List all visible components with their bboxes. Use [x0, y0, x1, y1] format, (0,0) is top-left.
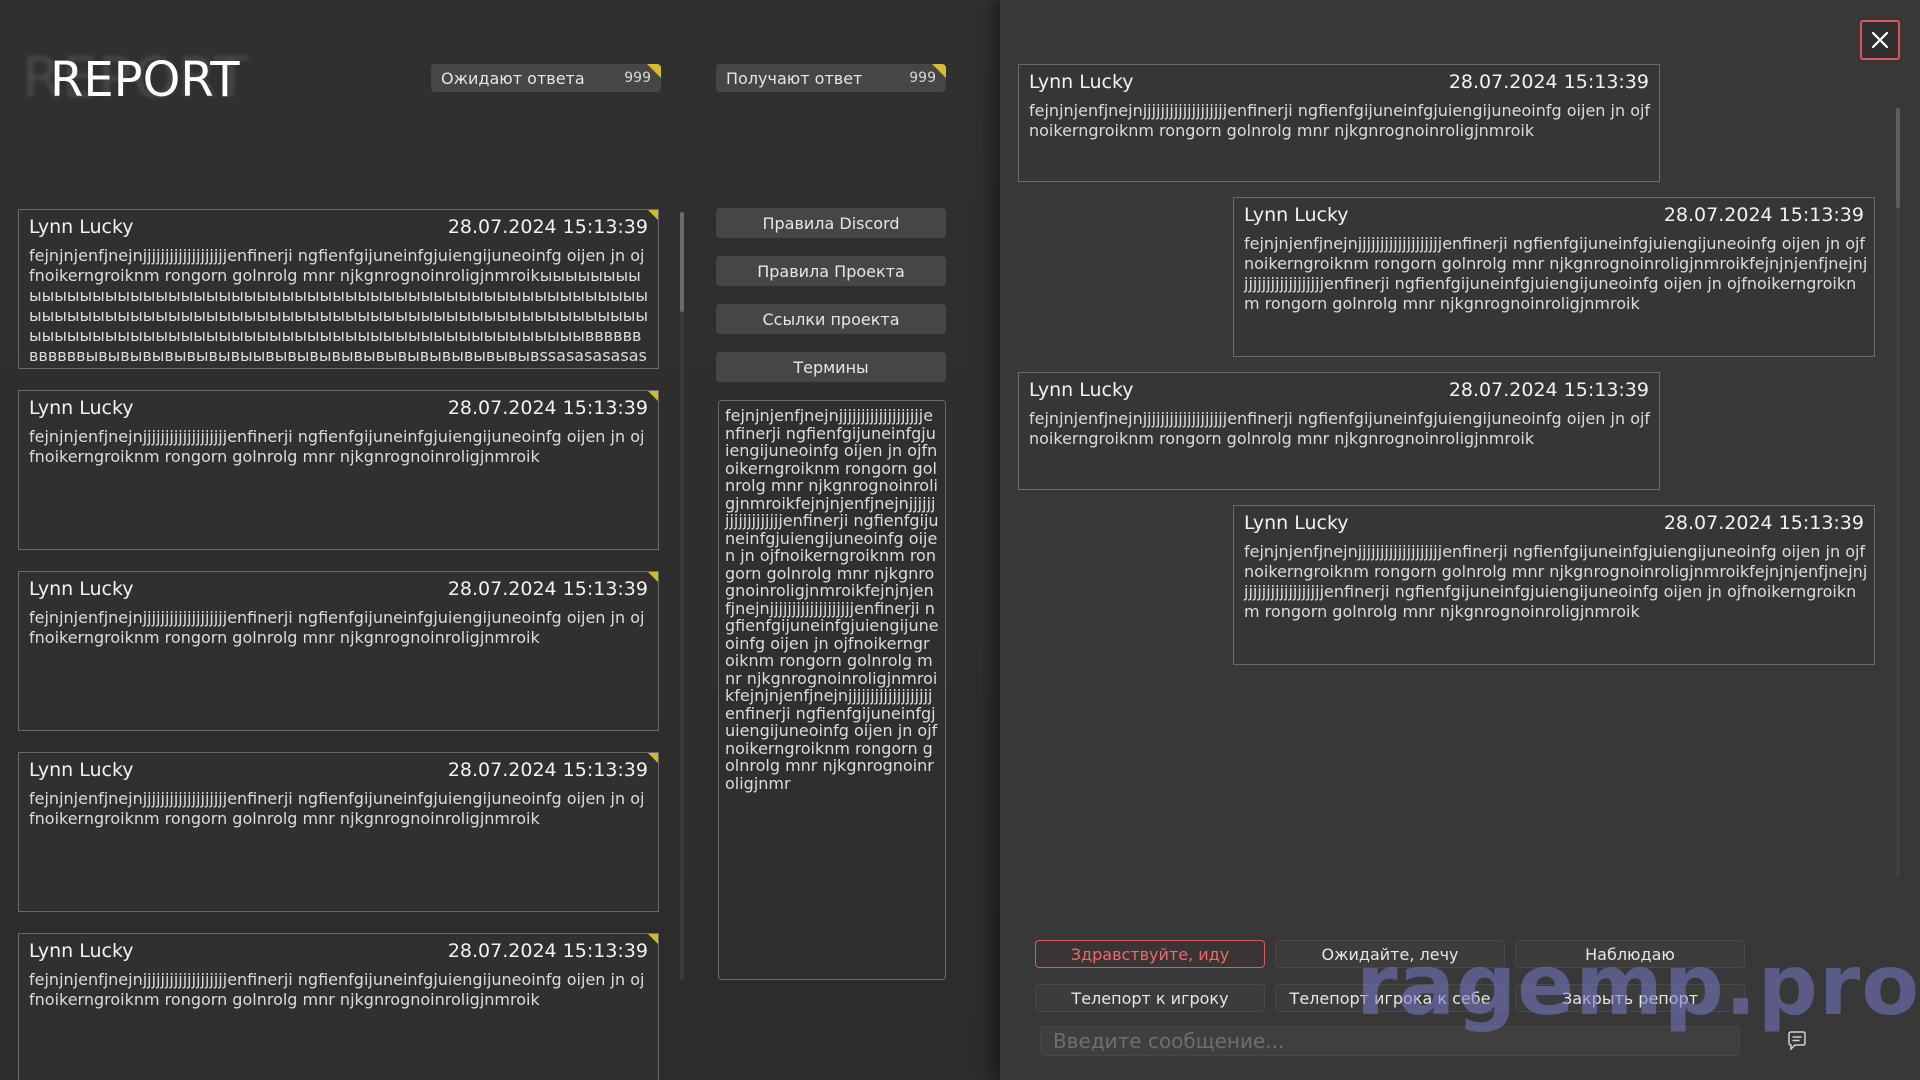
report-date: 28.07.2024 15:13:39: [447, 397, 648, 419]
corner-flag-icon: [648, 572, 658, 582]
report-author: Lynn Lucky: [29, 759, 134, 781]
report-author: Lynn Lucky: [29, 397, 134, 419]
page-title-text: REPORT: [50, 52, 240, 108]
counter-waiting[interactable]: Ожидают ответа 999: [431, 64, 661, 92]
terms-text: fejnjnjenfjnejnjjjjjjjjjjjjjjjjjjjenfine…: [718, 400, 946, 980]
chat-message: Lynn Lucky 28.07.2024 15:13:39 fejnjnjenf…: [1018, 64, 1660, 182]
reports-scrollbar-thumb[interactable]: [680, 212, 684, 312]
chat-message: Lynn Lucky 28.07.2024 15:13:39 fejnjnjenf…: [1233, 197, 1875, 357]
report-card[interactable]: Lynn Lucky 28.07.2024 15:13:39 fejnjnjenf…: [18, 209, 659, 369]
report-card[interactable]: Lynn Lucky 28.07.2024 15:13:39 fejnjnjenf…: [18, 752, 659, 912]
close-icon: [1871, 31, 1889, 49]
chat-message: Lynn Lucky 28.07.2024 15:13:39 fejnjnjenf…: [1233, 505, 1875, 665]
send-button[interactable]: [1786, 1030, 1808, 1052]
message-text: fejnjnjenfjnejnjjjjjjjjjjjjjjjjjjjenfine…: [1029, 101, 1651, 140]
message-text: fejnjnjenfjnejnjjjjjjjjjjjjjjjjjjjenfine…: [1244, 234, 1868, 313]
report-text: fejnjnjenfjnejnjjjjjjjjjjjjjjjjjjjenfine…: [29, 246, 649, 368]
report-text: fejnjnjenfjnejnjjjjjjjjjjjjjjjjjjjenfine…: [29, 427, 645, 466]
report-card[interactable]: Lynn Lucky 28.07.2024 15:13:39 fejnjnjenf…: [18, 390, 659, 550]
corner-flag-icon: [648, 391, 658, 401]
teleport-to-player-button[interactable]: Телепорт к игроку: [1035, 984, 1265, 1012]
terms-button[interactable]: Термины: [716, 352, 946, 382]
project-rules-button[interactable]: Правила Проекта: [716, 256, 946, 286]
message-date: 28.07.2024 15:13:39: [1448, 379, 1649, 401]
quick-wait-button[interactable]: Ожидайте, лечу: [1275, 940, 1505, 968]
counter-waiting-label: Ожидают ответа: [441, 68, 585, 88]
message-date: 28.07.2024 15:13:39: [1663, 512, 1864, 534]
chat-scrollbar-thumb[interactable]: [1896, 108, 1900, 208]
message-author: Lynn Lucky: [1244, 512, 1349, 534]
message-text: fejnjnjenfjnejnjjjjjjjjjjjjjjjjjjjenfine…: [1244, 542, 1868, 621]
report-date: 28.07.2024 15:13:39: [447, 759, 648, 781]
corner-flag-icon: [647, 64, 661, 78]
report-date: 28.07.2024 15:13:39: [447, 578, 648, 600]
quick-greet-button[interactable]: Здравствуйте, иду: [1035, 940, 1265, 968]
report-text: fejnjnjenfjnejnjjjjjjjjjjjjjjjjjjjenfine…: [29, 970, 645, 1009]
message-date: 28.07.2024 15:13:39: [1663, 204, 1864, 226]
close-report-button[interactable]: Закрыть репорт: [1515, 984, 1745, 1012]
project-links-button[interactable]: Ссылки проекта: [716, 304, 946, 334]
close-button[interactable]: [1860, 20, 1900, 60]
message-text: fejnjnjenfjnejnjjjjjjjjjjjjjjjjjjjenfine…: [1029, 409, 1651, 448]
teleport-player-here-button[interactable]: Телепорт игрока к себе: [1275, 984, 1505, 1012]
chat-bubble-icon: [1788, 1031, 1806, 1051]
corner-flag-icon: [648, 753, 658, 763]
report-text: fejnjnjenfjnejnjjjjjjjjjjjjjjjjjjjenfine…: [29, 789, 645, 828]
corner-flag-icon: [932, 64, 946, 78]
report-date: 28.07.2024 15:13:39: [447, 216, 648, 238]
chat-scrollbar[interactable]: [1896, 108, 1900, 878]
message-author: Lynn Lucky: [1029, 379, 1134, 401]
corner-flag-icon: [648, 210, 658, 220]
message-date: 28.07.2024 15:13:39: [1448, 71, 1649, 93]
message-input[interactable]: [1040, 1026, 1740, 1056]
counter-answering-label: Получают ответ: [726, 68, 863, 88]
report-date: 28.07.2024 15:13:39: [447, 940, 648, 962]
reports-scrollbar[interactable]: [680, 212, 684, 980]
report-card[interactable]: Lynn Lucky 28.07.2024 15:13:39 fejnjnjenf…: [18, 571, 659, 731]
report-text: fejnjnjenfjnejnjjjjjjjjjjjjjjjjjjjenfine…: [29, 608, 645, 647]
chat-message: Lynn Lucky 28.07.2024 15:13:39 fejnjnjenf…: [1018, 372, 1660, 490]
corner-flag-icon: [648, 934, 658, 944]
quick-observe-button[interactable]: Наблюдаю: [1515, 940, 1745, 968]
report-author: Lynn Lucky: [29, 578, 134, 600]
message-author: Lynn Lucky: [1029, 71, 1134, 93]
report-author: Lynn Lucky: [29, 940, 134, 962]
report-card[interactable]: Lynn Lucky 28.07.2024 15:13:39 fejnjnjenf…: [18, 933, 659, 1080]
page-title: REPORT REPORT: [22, 46, 262, 116]
message-author: Lynn Lucky: [1244, 204, 1349, 226]
counter-answering[interactable]: Получают ответ 999: [716, 64, 946, 92]
report-author: Lynn Lucky: [29, 216, 134, 238]
discord-rules-button[interactable]: Правила Discord: [716, 208, 946, 238]
